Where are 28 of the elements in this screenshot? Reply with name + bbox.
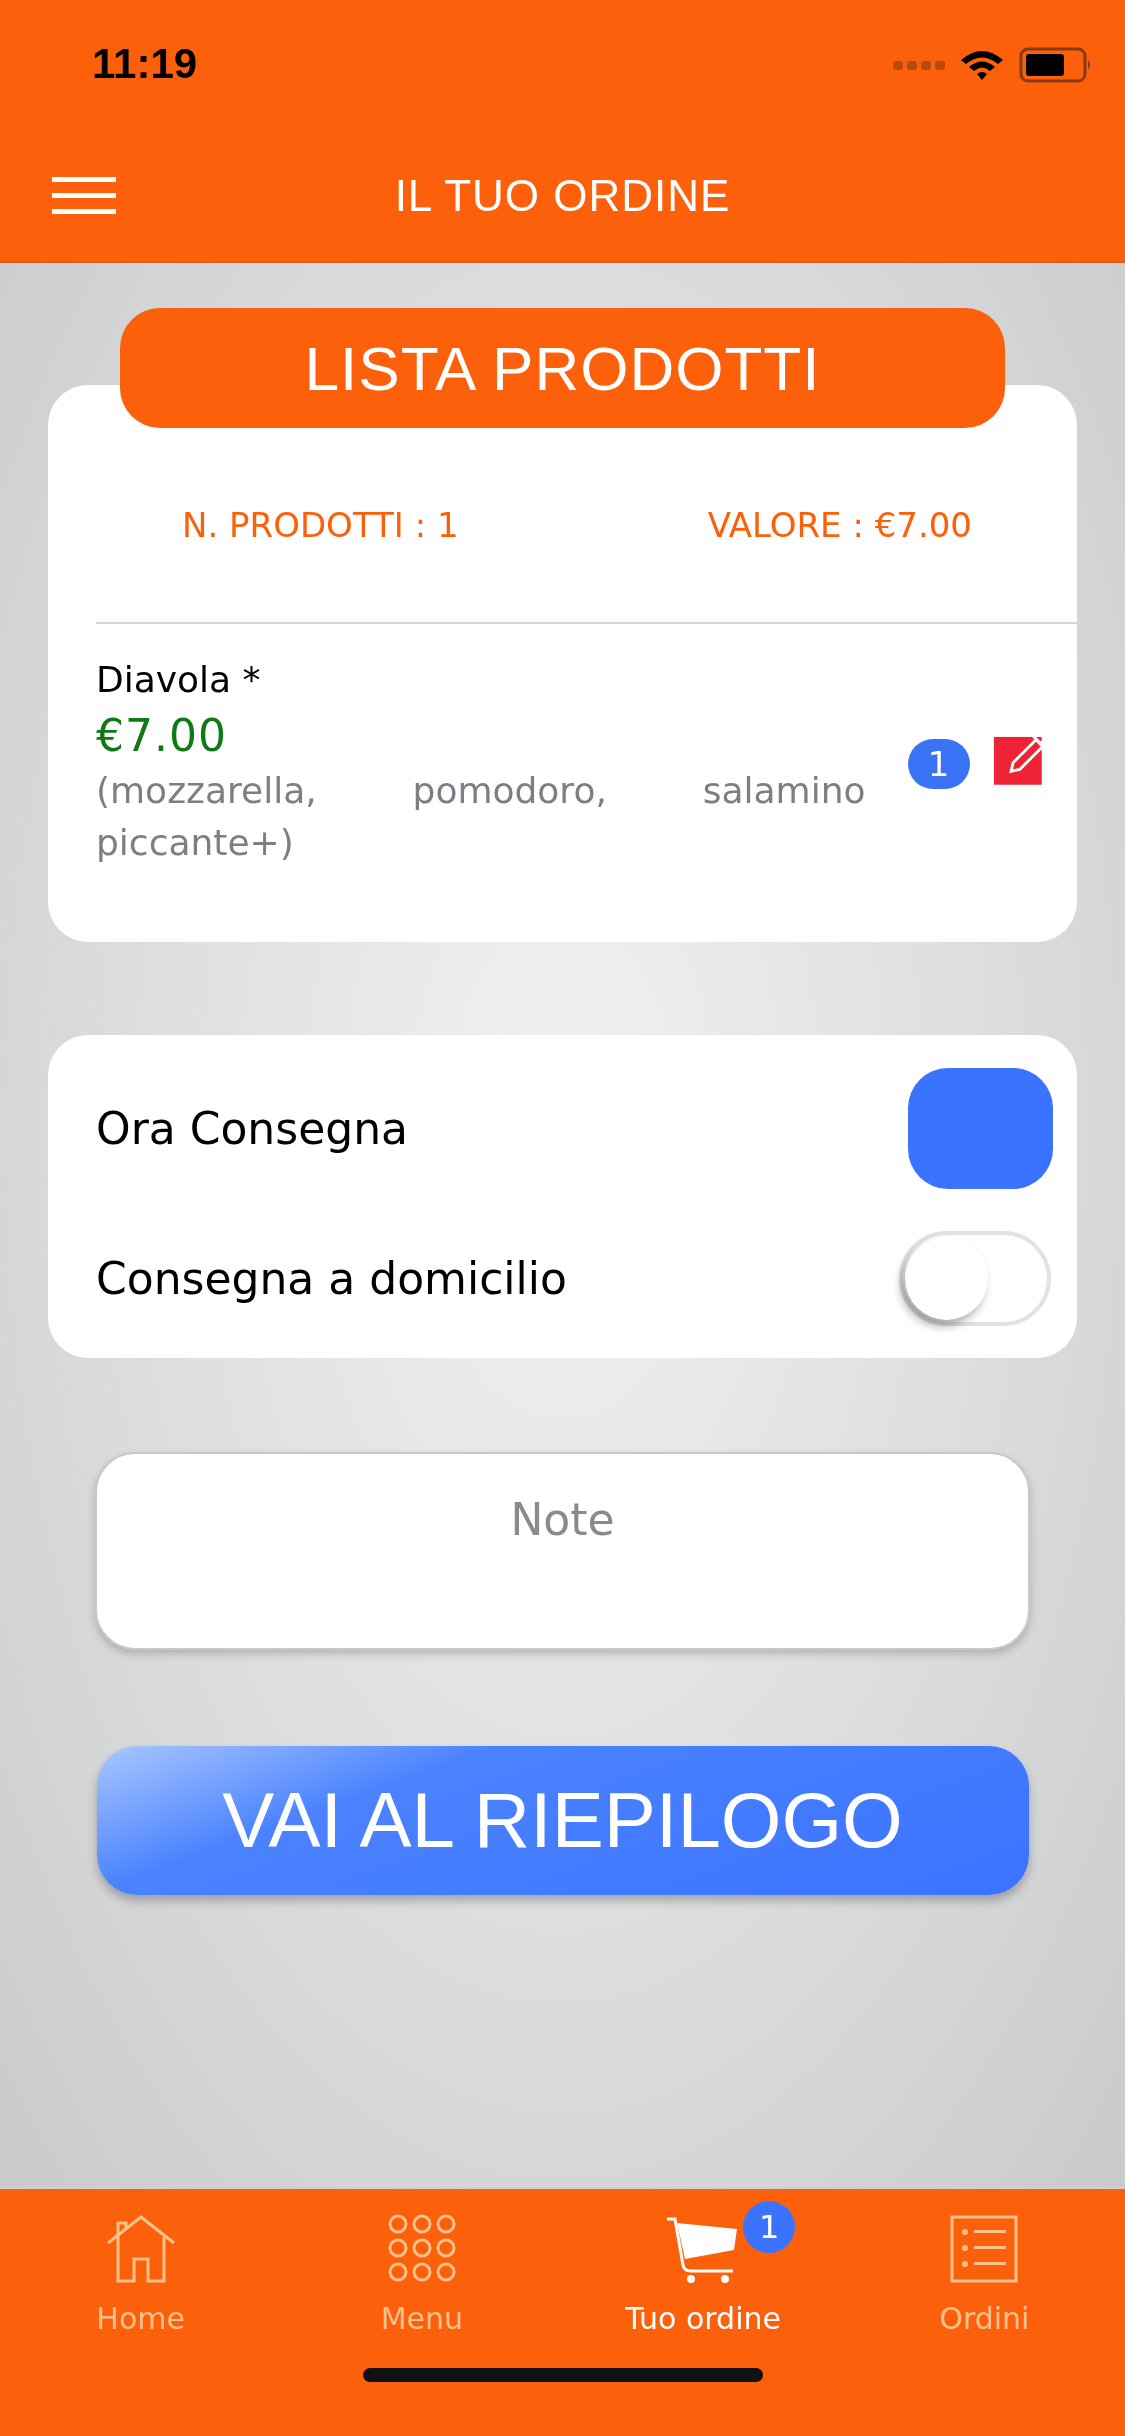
battery-icon xyxy=(1019,47,1093,83)
toggle-switch[interactable] xyxy=(908,1067,1053,1189)
grid-icon xyxy=(386,2213,457,2283)
summary-button[interactable]: VAI AL RIEPILOGO xyxy=(96,1746,1029,1895)
tab-item[interactable]: Menu xyxy=(281,2189,563,2336)
wifi-icon xyxy=(959,48,1005,82)
quantity-badge: 1 xyxy=(907,739,970,789)
product-price: €7.00 xyxy=(96,710,228,761)
product-name: Diavola * xyxy=(96,659,262,700)
toggle-switch[interactable] xyxy=(899,1230,1051,1326)
cart-icon xyxy=(667,2217,740,2283)
product-count: N. PRODOTTI : 1 xyxy=(182,505,459,545)
cart-badge: 1 xyxy=(743,2201,796,2253)
status-time: 11:19 xyxy=(92,40,198,88)
product-ingredients: (mozzarella, pomodoro, salamino piccante+) xyxy=(96,769,866,865)
section-header: LISTA PRODOTTI xyxy=(120,308,1005,428)
menu-icon[interactable] xyxy=(52,177,116,215)
tab-item[interactable]: Home xyxy=(0,2189,282,2336)
tab-item[interactable]: Ordini xyxy=(843,2189,1125,2336)
order-value: VALORE : €7.00 xyxy=(707,505,972,545)
option-label: Consegna a domicilio xyxy=(96,1252,567,1304)
screen-title: IL TUO ORDINE xyxy=(394,170,731,221)
option-label: Ora Consegna xyxy=(96,1102,408,1154)
tab-item[interactable]: 1 Tuo ordine xyxy=(562,2189,844,2336)
home-icon xyxy=(105,2215,176,2283)
list-icon xyxy=(950,2215,1019,2283)
signal-icon xyxy=(893,58,945,72)
note-field[interactable]: Note xyxy=(95,1452,1030,1650)
